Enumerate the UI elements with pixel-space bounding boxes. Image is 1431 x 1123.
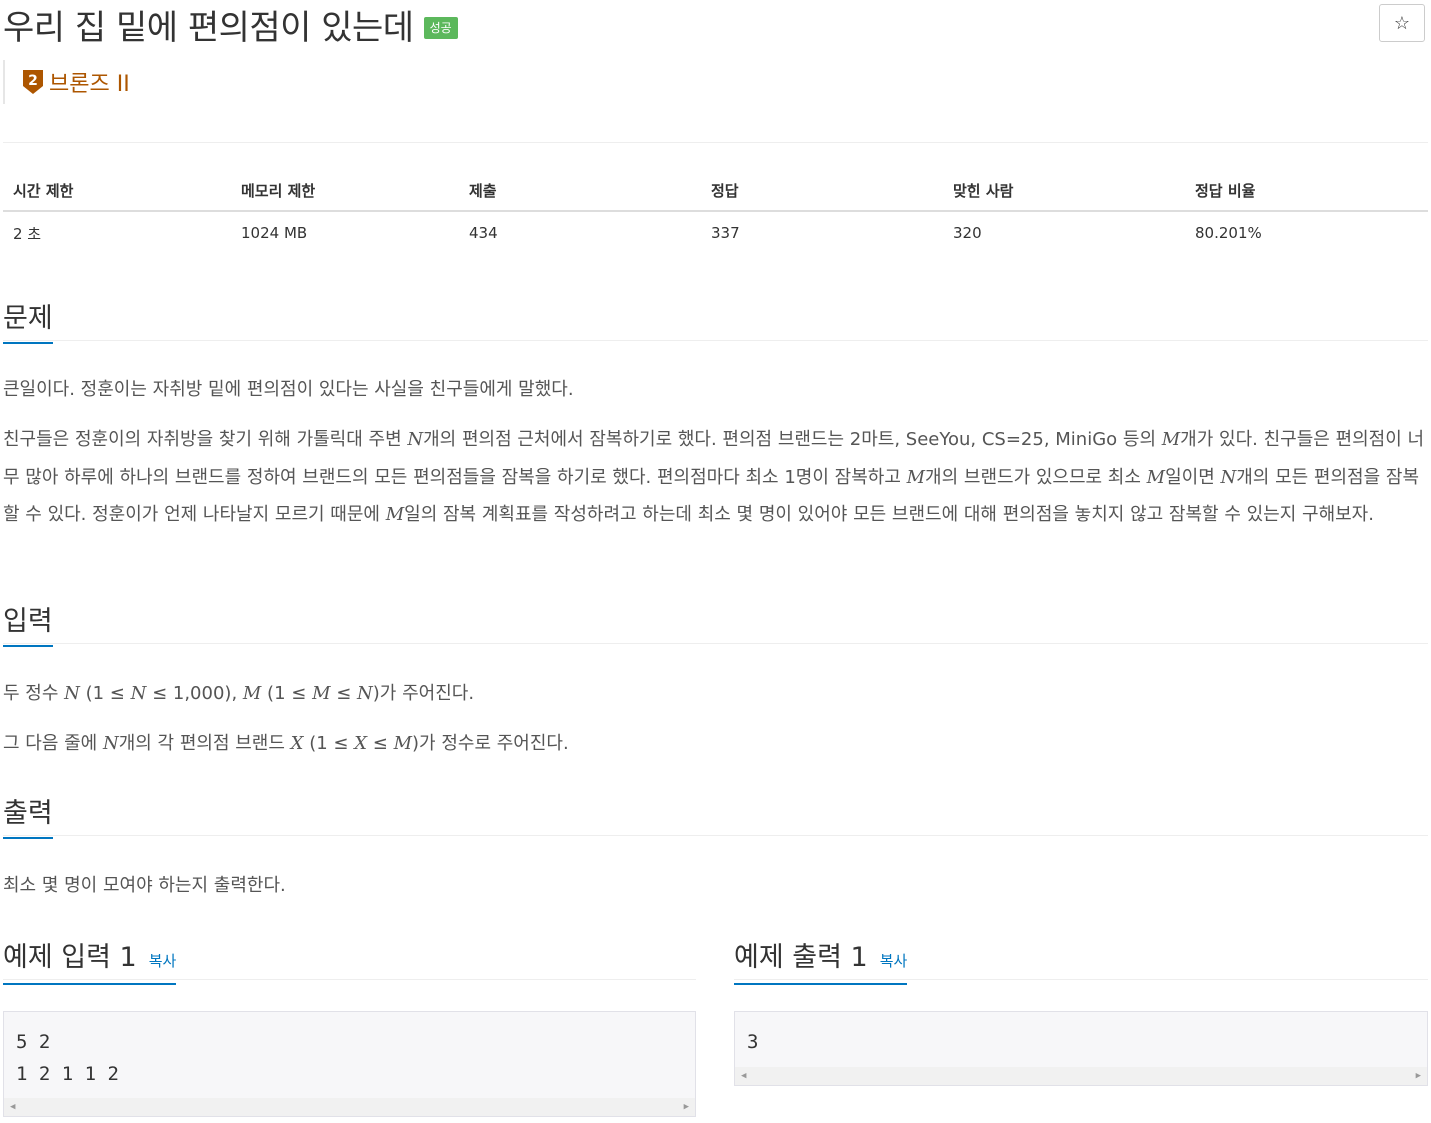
sample-output-text: 3 bbox=[747, 1031, 759, 1053]
star-icon: ☆ bbox=[1393, 12, 1411, 33]
tier-icon: 2 bbox=[23, 70, 43, 94]
divider bbox=[3, 979, 696, 980]
table-row: 2 초 1024 MB 434 337 320 80.201% bbox=[3, 211, 1428, 254]
value-accepted[interactable]: 337 bbox=[701, 211, 943, 254]
sample-input-text: 5 2 1 2 1 1 2 bbox=[16, 1031, 119, 1085]
problem-info-table: 시간 제한 메모리 제한 제출 정답 맞힌 사람 정답 비율 2 초 1024 … bbox=[3, 170, 1428, 254]
header-solved-users: 맞힌 사람 bbox=[943, 170, 1185, 212]
section-title-problem: 문제 bbox=[3, 296, 53, 344]
section-title-output: 출력 bbox=[3, 791, 53, 839]
copy-sample-input-button[interactable]: 복사 bbox=[149, 950, 177, 971]
section-title-input: 입력 bbox=[3, 599, 53, 647]
divider bbox=[3, 835, 1428, 836]
problem-description-p2: 친구들은 정훈이의 자취방을 찾기 위해 가톨릭대 주변 N개의 편의점 근처에… bbox=[3, 429, 1425, 525]
input-description-p2: 그 다음 줄에 N개의 각 편의점 브랜드 X (1 ≤ X ≤ M)가 정수로… bbox=[3, 733, 569, 754]
sample-input-box[interactable]: 5 2 1 2 1 1 2 ◀ ▶ bbox=[3, 1011, 696, 1117]
tier-block[interactable]: 2 브론즈 II bbox=[3, 60, 130, 104]
copy-sample-output-button[interactable]: 복사 bbox=[880, 950, 908, 971]
input-description-p1: 두 정수 N (1 ≤ N ≤ 1,000), M (1 ≤ M ≤ N)가 주… bbox=[3, 683, 475, 704]
divider bbox=[3, 340, 1428, 341]
value-accepted-ratio: 80.201% bbox=[1195, 224, 1262, 242]
value-time-limit: 2 초 bbox=[13, 224, 42, 243]
header-accepted: 정답 bbox=[701, 170, 943, 212]
table-header-row: 시간 제한 메모리 제한 제출 정답 맞힌 사람 정답 비율 bbox=[3, 170, 1428, 212]
status-badge: 성공 bbox=[423, 17, 458, 39]
header-accepted-ratio: 정답 비율 bbox=[1185, 170, 1428, 212]
svg-text:2: 2 bbox=[28, 73, 38, 89]
tier-label: 브론즈 II bbox=[49, 72, 130, 97]
header-submissions: 제출 bbox=[459, 170, 701, 212]
divider bbox=[3, 142, 1428, 143]
scroll-left-icon[interactable]: ◀ bbox=[10, 1102, 15, 1112]
horizontal-scrollbar[interactable]: ◀ ▶ bbox=[4, 1098, 695, 1116]
scroll-right-icon[interactable]: ▶ bbox=[1416, 1071, 1421, 1081]
horizontal-scrollbar[interactable]: ◀ ▶ bbox=[735, 1067, 1427, 1085]
output-description: 최소 몇 명이 모여야 하는지 출력한다. bbox=[3, 875, 286, 896]
problem-description-p1: 큰일이다. 정훈이는 자취방 밑에 편의점이 있다는 사실을 친구들에게 말했다… bbox=[3, 379, 574, 400]
sample-input-title: 예제 입력 1 복사 bbox=[3, 935, 177, 985]
sample-output-box[interactable]: 3 ◀ ▶ bbox=[734, 1011, 1428, 1086]
value-submissions[interactable]: 434 bbox=[459, 211, 701, 254]
scroll-right-icon[interactable]: ▶ bbox=[684, 1102, 689, 1112]
sample-output-title: 예제 출력 1 복사 bbox=[734, 935, 908, 985]
problem-title: 우리 집 밑에 편의점이 있는데 bbox=[3, 7, 414, 48]
value-memory-limit: 1024 MB bbox=[241, 224, 308, 242]
scroll-left-icon[interactable]: ◀ bbox=[741, 1071, 746, 1081]
value-solved-users[interactable]: 320 bbox=[943, 211, 1185, 254]
header-memory-limit: 메모리 제한 bbox=[231, 170, 459, 212]
problem-title-row: 우리 집 밑에 편의점이 있는데 성공 bbox=[3, 0, 458, 48]
divider bbox=[3, 643, 1428, 644]
divider bbox=[734, 979, 1428, 980]
header-time-limit: 시간 제한 bbox=[3, 170, 231, 212]
favorite-button[interactable]: ☆ bbox=[1379, 4, 1425, 42]
